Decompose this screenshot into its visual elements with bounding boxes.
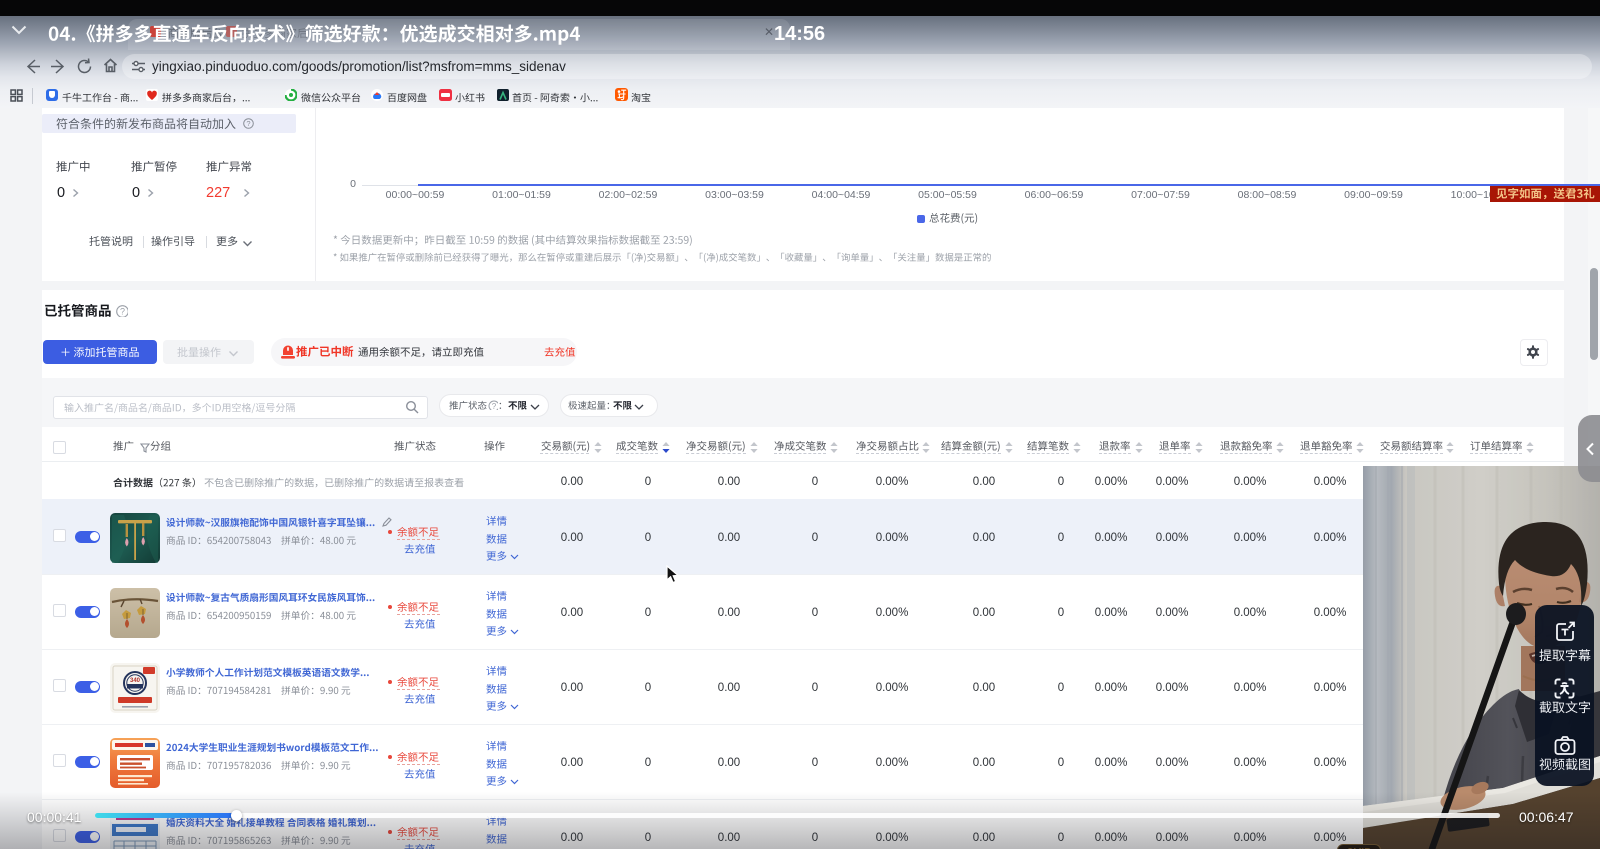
svg-text:?: ? — [492, 402, 497, 410]
svg-text:?: ? — [246, 119, 250, 128]
svg-text:340: 340 — [130, 678, 141, 684]
svg-text:?: ? — [120, 307, 125, 317]
